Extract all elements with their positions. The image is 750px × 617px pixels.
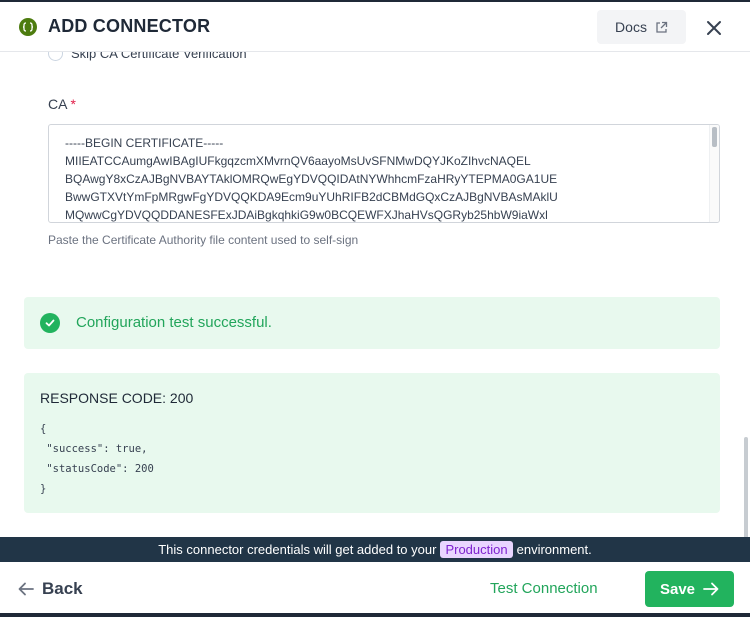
- test-success-alert: Configuration test successful.: [24, 297, 720, 349]
- response-line: }: [40, 483, 47, 495]
- ca-label-text: CA: [48, 96, 68, 112]
- ca-line: BQAwgY8xCzAJBgNVBAYTAklOMRQwEgYDVQQIDAtN…: [65, 172, 558, 186]
- modal-footer: Back Test Connection Save: [0, 562, 750, 617]
- required-marker: *: [70, 96, 76, 112]
- ca-textarea[interactable]: -----BEGIN CERTIFICATE----- MIIEATCCAumg…: [48, 124, 720, 223]
- environment-banner: This connector credentials will get adde…: [0, 537, 750, 562]
- modal-title: ADD CONNECTOR: [48, 16, 211, 36]
- save-label: Save: [659, 580, 696, 598]
- ca-line: -----BEGIN CERTIFICATE-----: [65, 136, 224, 150]
- response-panel: RESPONSE CODE: 200 { "success": true, "s…: [24, 373, 720, 513]
- content-scrollbar[interactable]: [744, 437, 748, 537]
- response-line: "statusCode": 200: [40, 463, 154, 475]
- ca-line: MQwwCgYDVQQDDANESFExJDAiBgkqhkiG9w0BCQEW…: [65, 208, 548, 222]
- skip-ca-radio[interactable]: [48, 52, 63, 61]
- back-label: Back: [42, 579, 83, 598]
- connector-logo-icon: [19, 18, 37, 36]
- textarea-scrollbar[interactable]: [709, 125, 719, 222]
- response-code-title: RESPONSE CODE: 200: [40, 390, 194, 406]
- banner-prefix: This connector credentials will get adde…: [158, 542, 437, 557]
- test-connection-button[interactable]: Test Connection: [490, 580, 598, 597]
- save-button[interactable]: Save: [645, 571, 734, 607]
- arrow-left-icon: [18, 582, 34, 596]
- response-line: "success": true,: [40, 443, 148, 455]
- ca-line: MIIEATCCAumgAwIBAgIUFkgqzcmXMvrnQV6aayoM…: [65, 154, 531, 168]
- close-icon[interactable]: [704, 18, 724, 38]
- arrow-right-icon: [703, 582, 719, 596]
- check-circle-icon: [40, 313, 60, 333]
- response-body: { "success": true, "statusCode": 200}: [40, 419, 154, 499]
- window-bottom-border: [0, 613, 750, 617]
- docs-label: Docs: [615, 19, 647, 35]
- banner-suffix: environment.: [516, 542, 592, 557]
- skip-ca-label: Skip CA Certificate Verification: [71, 52, 247, 61]
- ca-line: BwwGTXVtYmFpMRgwFgYDVQQKDA9Ecm9uYUhRIFB2…: [65, 190, 558, 204]
- skip-ca-option[interactable]: Skip CA Certificate Verification: [48, 52, 247, 61]
- docs-button[interactable]: Docs: [597, 10, 686, 44]
- success-message: Configuration test successful.: [76, 314, 272, 331]
- environment-badge: Production: [440, 541, 513, 558]
- response-line: {: [40, 423, 47, 435]
- external-link-icon: [656, 21, 668, 33]
- ca-field-label: CA *: [48, 96, 76, 112]
- ca-hint-text: Paste the Certificate Authority file con…: [48, 233, 359, 247]
- modal-header: ADD CONNECTOR Docs: [0, 2, 750, 52]
- textarea-scroll-thumb[interactable]: [712, 127, 717, 147]
- back-button[interactable]: Back: [18, 579, 83, 599]
- modal-body[interactable]: Skip CA Certificate Verification CA * ---…: [0, 52, 750, 537]
